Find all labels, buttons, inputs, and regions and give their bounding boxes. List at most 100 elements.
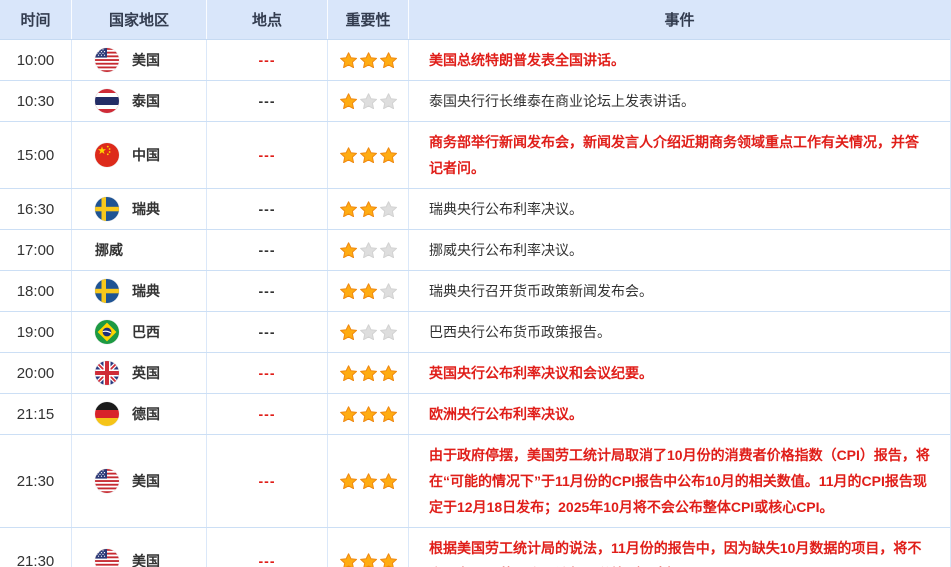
event-importance xyxy=(328,353,409,393)
column-header-country: 国家地区 xyxy=(72,0,207,39)
country-name: 巴西 xyxy=(132,324,160,340)
flag-usa-icon xyxy=(95,549,119,567)
importance-stars-icon xyxy=(339,365,397,381)
event-time: 18:00 xyxy=(0,271,72,311)
flag-swe-icon xyxy=(95,279,119,303)
event-row[interactable]: 10:00 美国 --- 美国总统特朗普发表全国讲话。 xyxy=(0,40,950,81)
importance-stars-icon xyxy=(339,93,397,109)
star-empty-icon xyxy=(359,93,377,109)
event-country: 美国 xyxy=(72,40,207,80)
event-importance xyxy=(328,122,409,188)
event-row[interactable]: 17:00 挪威 --- 挪威央行公布利率决议。 xyxy=(0,230,950,271)
star-filled-icon xyxy=(339,324,357,340)
country-name: 美国 xyxy=(132,473,160,489)
event-country: 瑞典 xyxy=(72,189,207,229)
importance-stars-icon xyxy=(339,147,397,163)
importance-stars-icon xyxy=(339,201,397,217)
event-description-cell: 挪威央行公布利率决议。 xyxy=(409,230,950,270)
event-description: 泰国央行行长维泰在商业论坛上发表讲话。 xyxy=(429,93,695,109)
event-location: --- xyxy=(207,122,328,188)
event-importance xyxy=(328,435,409,527)
importance-stars-icon xyxy=(339,473,397,489)
event-importance xyxy=(328,81,409,121)
star-empty-icon xyxy=(379,324,397,340)
star-empty-icon xyxy=(379,93,397,109)
event-country: 英国 xyxy=(72,353,207,393)
event-row[interactable]: 15:00 中国 --- 商务部举行新闻发布会，新闻发言人介绍近期商务领域重点工… xyxy=(0,122,950,189)
event-description-cell: 泰国央行行长维泰在商业论坛上发表讲话。 xyxy=(409,81,950,121)
event-description-cell: 英国央行公布利率决议和会议纪要。 xyxy=(409,353,950,393)
flag-tha-icon xyxy=(95,89,119,113)
event-description-cell: 商务部举行新闻发布会，新闻发言人介绍近期商务领域重点工作有关情况，并答记者问。 xyxy=(409,122,950,188)
event-description-cell: 巴西央行公布货币政策报告。 xyxy=(409,312,950,352)
star-filled-icon xyxy=(379,553,397,567)
event-importance xyxy=(328,394,409,434)
column-header-location: 地点 xyxy=(207,0,328,39)
event-row[interactable]: 20:00 英国 --- 英国央行公布利率决议和会议纪要。 xyxy=(0,353,950,394)
event-time: 17:00 xyxy=(0,230,72,270)
star-empty-icon xyxy=(379,201,397,217)
star-filled-icon xyxy=(359,365,377,381)
event-description-cell: 瑞典央行公布利率决议。 xyxy=(409,189,950,229)
event-location: --- xyxy=(207,312,328,352)
event-row[interactable]: 10:30 泰国 --- 泰国央行行长维泰在商业论坛上发表讲话。 xyxy=(0,81,950,122)
table-body: 10:00 美国 --- 美国总统特朗普发表全国讲话。 10:30 泰国 ---… xyxy=(0,40,950,567)
event-importance xyxy=(328,189,409,229)
country-name: 美国 xyxy=(132,52,160,68)
event-description: 瑞典央行公布利率决议。 xyxy=(429,201,583,217)
event-time: 21:30 xyxy=(0,528,72,567)
event-time: 20:00 xyxy=(0,353,72,393)
event-time: 10:00 xyxy=(0,40,72,80)
event-importance xyxy=(328,271,409,311)
star-empty-icon xyxy=(359,324,377,340)
event-country: 泰国 xyxy=(72,81,207,121)
importance-stars-icon xyxy=(339,553,397,567)
country-name: 中国 xyxy=(132,147,160,163)
star-empty-icon xyxy=(379,283,397,299)
importance-stars-icon xyxy=(339,324,397,340)
event-importance xyxy=(328,528,409,567)
star-filled-icon xyxy=(359,147,377,163)
event-country: 美国 xyxy=(72,528,207,567)
event-description: 挪威央行公布利率决议。 xyxy=(429,242,583,258)
event-row[interactable]: 16:30 瑞典 --- 瑞典央行公布利率决议。 xyxy=(0,189,950,230)
event-importance xyxy=(328,230,409,270)
star-filled-icon xyxy=(339,52,357,68)
table-header-row: 时间 国家地区 地点 重要性 事件 xyxy=(0,0,950,40)
event-country: 挪威 xyxy=(72,230,207,270)
event-row[interactable]: 21:30 美国 --- 由于政府停摆，美国劳工统计局取消了10月份的消费者价格… xyxy=(0,435,950,528)
flag-bra-icon xyxy=(95,320,119,344)
flag-usa-icon xyxy=(95,48,119,72)
country-name: 瑞典 xyxy=(132,283,160,299)
event-country: 瑞典 xyxy=(72,271,207,311)
event-description: 美国总统特朗普发表全国讲话。 xyxy=(429,52,625,68)
country-name: 挪威 xyxy=(95,242,123,258)
star-filled-icon xyxy=(339,365,357,381)
event-country: 中国 xyxy=(72,122,207,188)
event-description-cell: 根据美国劳工统计局的说法，11月份的报告中，因为缺失10月数据的项目，将不会公布… xyxy=(409,528,950,567)
importance-stars-icon xyxy=(339,406,397,422)
star-filled-icon xyxy=(339,93,357,109)
event-location: --- xyxy=(207,394,328,434)
event-row[interactable]: 21:30 美国 --- 根据美国劳工统计局的说法，11月份的报告中，因为缺失1… xyxy=(0,528,950,567)
event-description: 瑞典央行召开货币政策新闻发布会。 xyxy=(429,283,653,299)
event-location: --- xyxy=(207,528,328,567)
event-location: --- xyxy=(207,189,328,229)
event-row[interactable]: 21:15 德国 --- 欧洲央行公布利率决议。 xyxy=(0,394,950,435)
event-description: 巴西央行公布货币政策报告。 xyxy=(429,324,611,340)
star-filled-icon xyxy=(359,283,377,299)
flag-swe-icon xyxy=(95,197,119,221)
star-filled-icon xyxy=(379,147,397,163)
event-description: 由于政府停摆，美国劳工统计局取消了10月份的消费者价格指数（CPI）报告，将在“… xyxy=(429,447,930,515)
star-empty-icon xyxy=(379,242,397,258)
event-row[interactable]: 19:00 巴西 --- 巴西央行公布货币政策报告。 xyxy=(0,312,950,353)
event-row[interactable]: 18:00 瑞典 --- 瑞典央行召开货币政策新闻发布会。 xyxy=(0,271,950,312)
event-location: --- xyxy=(207,353,328,393)
star-filled-icon xyxy=(339,553,357,567)
event-country: 美国 xyxy=(72,435,207,527)
importance-stars-icon xyxy=(339,283,397,299)
event-country: 巴西 xyxy=(72,312,207,352)
star-filled-icon xyxy=(339,406,357,422)
event-location: --- xyxy=(207,40,328,80)
star-filled-icon xyxy=(339,283,357,299)
